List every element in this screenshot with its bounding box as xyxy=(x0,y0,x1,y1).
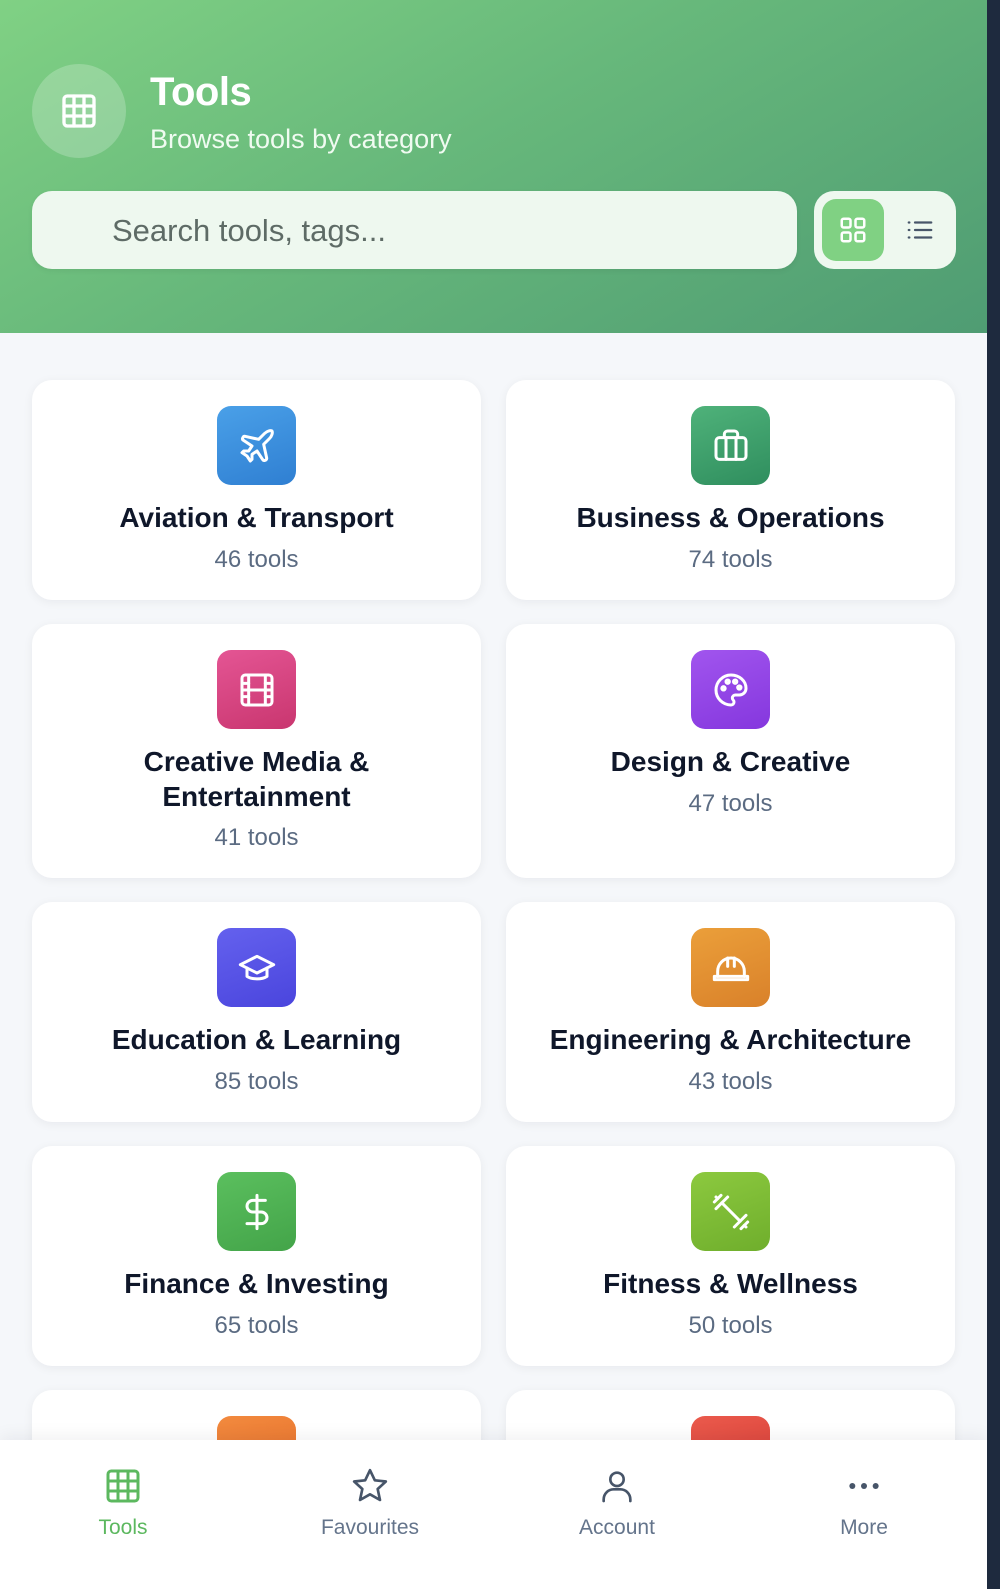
category-count: 85 tools xyxy=(214,1068,299,1095)
category-title: Creative Media & Entertainment xyxy=(143,746,370,812)
category-title: Aviation & Transport xyxy=(119,502,394,533)
category-count: 43 tools xyxy=(688,1068,773,1095)
palette-icon xyxy=(711,670,751,710)
dumbbell-icon-tile xyxy=(691,1172,770,1251)
nav-item-account[interactable]: Account xyxy=(537,1462,697,1562)
grid-view-button[interactable] xyxy=(822,199,884,261)
grid-view-icon xyxy=(838,215,868,245)
category-card[interactable]: Business & Operations 74 tools xyxy=(506,380,955,600)
hard-hat-icon xyxy=(711,948,751,988)
page-subtitle: Browse tools by category xyxy=(150,124,452,154)
category-card[interactable]: Engineering & Architecture 43 tools xyxy=(506,902,955,1122)
film-icon-tile xyxy=(217,650,296,729)
category-title: Business & Operations xyxy=(576,502,885,533)
category-card[interactable]: Design & Creative 47 tools xyxy=(506,624,955,878)
briefcase-icon-tile xyxy=(691,406,770,485)
category-card[interactable]: Fitness & Wellness 50 tools xyxy=(506,1146,955,1366)
header: Tools Browse tools by category xyxy=(0,0,987,333)
list-view-button[interactable] xyxy=(892,199,948,261)
plane-icon xyxy=(237,426,277,466)
dollar-icon-tile xyxy=(217,1172,296,1251)
app-logo xyxy=(32,64,126,158)
category-card[interactable]: Finance & Investing 65 tools xyxy=(32,1146,481,1366)
category-count: 74 tools xyxy=(688,546,773,573)
grid-table-icon xyxy=(103,1466,143,1506)
bottom-nav: Tools Favourites Account More xyxy=(0,1440,987,1589)
more-dots-icon xyxy=(844,1466,884,1506)
nav-label: Tools xyxy=(98,1516,148,1539)
plane-icon-tile xyxy=(217,406,296,485)
category-title: Engineering & Architecture xyxy=(549,1024,912,1055)
category-card[interactable]: Aviation & Transport 46 tools xyxy=(32,380,481,600)
nav-item-more[interactable]: More xyxy=(784,1462,944,1562)
dollar-icon xyxy=(237,1192,277,1232)
category-title: Education & Learning xyxy=(111,1024,402,1055)
search-input[interactable] xyxy=(110,191,784,271)
category-count: 41 tools xyxy=(214,824,299,851)
page-title: Tools xyxy=(150,70,252,114)
view-toggle xyxy=(814,191,956,269)
category-count: 65 tools xyxy=(214,1312,299,1339)
graduation-cap-icon xyxy=(237,948,277,988)
nav-label: Favourites xyxy=(320,1516,420,1539)
briefcase-icon xyxy=(711,426,751,466)
search-box xyxy=(32,191,797,271)
nav-label: Account xyxy=(579,1516,655,1539)
film-icon xyxy=(237,670,277,710)
nav-item-tools[interactable]: Tools xyxy=(43,1462,203,1562)
app-screen: Tools Browse tools by category Search to… xyxy=(0,0,987,1589)
nav-item-favourites[interactable]: Favourites xyxy=(290,1462,450,1562)
category-count: 47 tools xyxy=(688,790,773,817)
dumbbell-icon xyxy=(711,1192,751,1232)
category-title: Fitness & Wellness xyxy=(603,1268,858,1299)
category-card[interactable]: Education & Learning 85 tools xyxy=(32,902,481,1122)
palette-icon-tile xyxy=(691,650,770,729)
user-icon xyxy=(597,1466,637,1506)
category-card[interactable]: Creative Media & Entertainment 41 tools xyxy=(32,624,481,878)
graduation-cap-icon-tile xyxy=(217,928,296,1007)
category-count: 46 tools xyxy=(214,546,299,573)
star-icon xyxy=(350,1466,390,1506)
category-count: 50 tools xyxy=(688,1312,773,1339)
category-title: Design & Creative xyxy=(610,746,851,777)
grid-table-icon xyxy=(59,91,99,131)
category-title: Finance & Investing xyxy=(124,1268,389,1299)
list-view-icon xyxy=(905,215,935,245)
nav-label: More xyxy=(840,1516,888,1539)
hard-hat-icon-tile xyxy=(691,928,770,1007)
window-edge xyxy=(987,0,1000,1589)
